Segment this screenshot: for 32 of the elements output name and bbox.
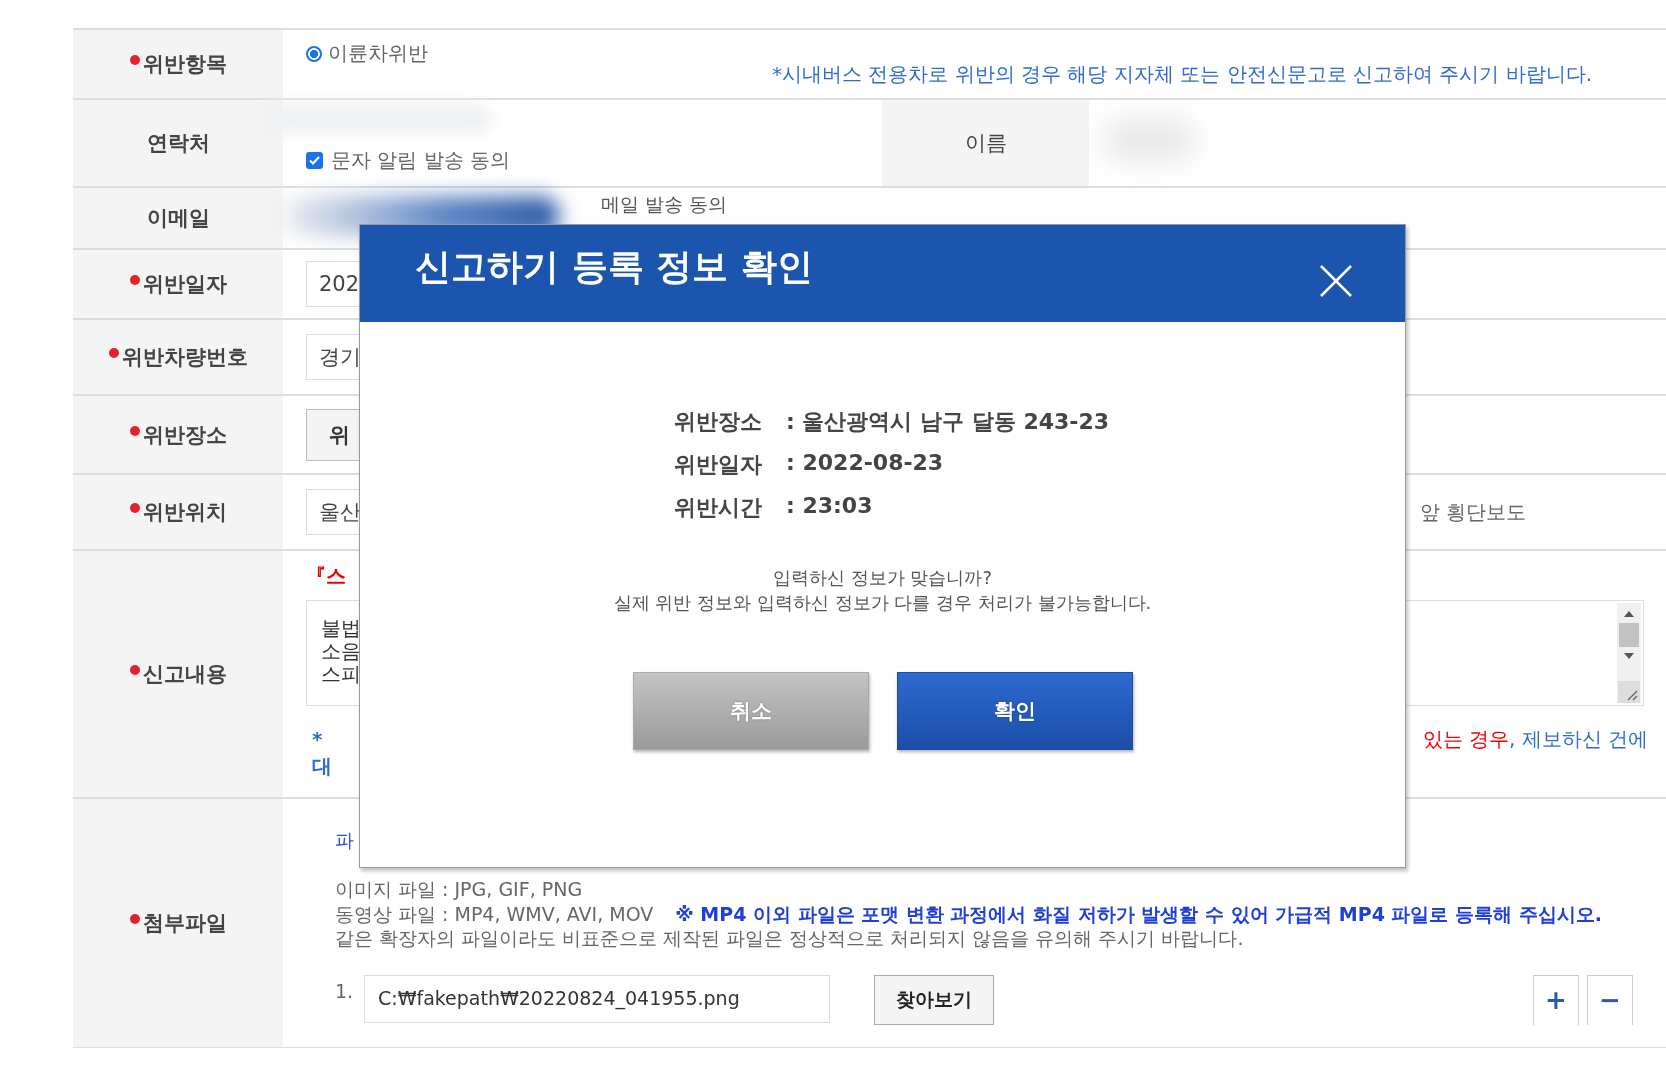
consent-text: 메일 발송 동의 (601, 192, 728, 217)
field-label: 위반차량번호 (108, 343, 248, 371)
note-text: 있는 경우, 제보하신 건에 (1422, 726, 1648, 753)
video-notice-text: ※ MP4 이외 파일은 포맷 변환 과정에서 화질 저하가 발생할 수 있어 가급적 MP4 파일로 등록해 주십시오. (675, 901, 1602, 926)
dialog-message: 실제 위반 정보와 입력하신 정보가 다를 경우 처리가 불가능합니다. (613, 591, 1152, 615)
location-detail-text: 앞 횡단보도 (1420, 498, 1527, 526)
guide-text: 같은 확장자의 파일이라도 비표준으로 제작된 파일은 정상적으로 처리되지 않음을 유의해 주시기 바랍니다. (335, 926, 1245, 951)
field-label: 위반장소 (129, 420, 227, 449)
field-label: 연락처 (146, 130, 210, 157)
heading-text: 『스 (306, 563, 346, 590)
detail-label: 위반일자 (674, 451, 763, 479)
notice-text: *시내버스 전용차로 위반의 경우 해당 지자체 또는 안전신문고로 신고하여 주시기 바랍니다. (772, 61, 1592, 88)
field-label: 위반항목 (129, 50, 227, 78)
detail-value: : 울산광역시 남구 달동 243-23 (786, 408, 1110, 436)
field-label: 신고내용 (129, 660, 227, 688)
field-label: 이메일 (146, 205, 210, 232)
detail-value: : 2022-08-23 (786, 450, 945, 477)
field-label: 이름 (964, 130, 1007, 157)
dialog-title: 신고하기 등록 정보 확인 (415, 245, 813, 289)
note-text: 대 (312, 753, 332, 780)
guide-text: 동영상 파일 : MP4, WMV, AVI, MOV (335, 901, 654, 926)
field-label: 위반일자 (129, 270, 227, 298)
guide-title: 파 (335, 828, 355, 853)
detail-value: : 23:03 (786, 493, 874, 520)
dialog-message: 입력하신 정보가 맞습니까? (773, 566, 992, 590)
detail-label: 위반시간 (674, 494, 763, 522)
file-number: 1. (335, 978, 355, 1003)
detail-label: 위반장소 (674, 408, 763, 436)
note-text: * (312, 726, 324, 753)
field-label: 위반위치 (129, 498, 227, 526)
guide-text: 이미지 파일 : JPG, GIF, PNG (335, 877, 584, 902)
field-label: 첨부파일 (129, 909, 227, 937)
